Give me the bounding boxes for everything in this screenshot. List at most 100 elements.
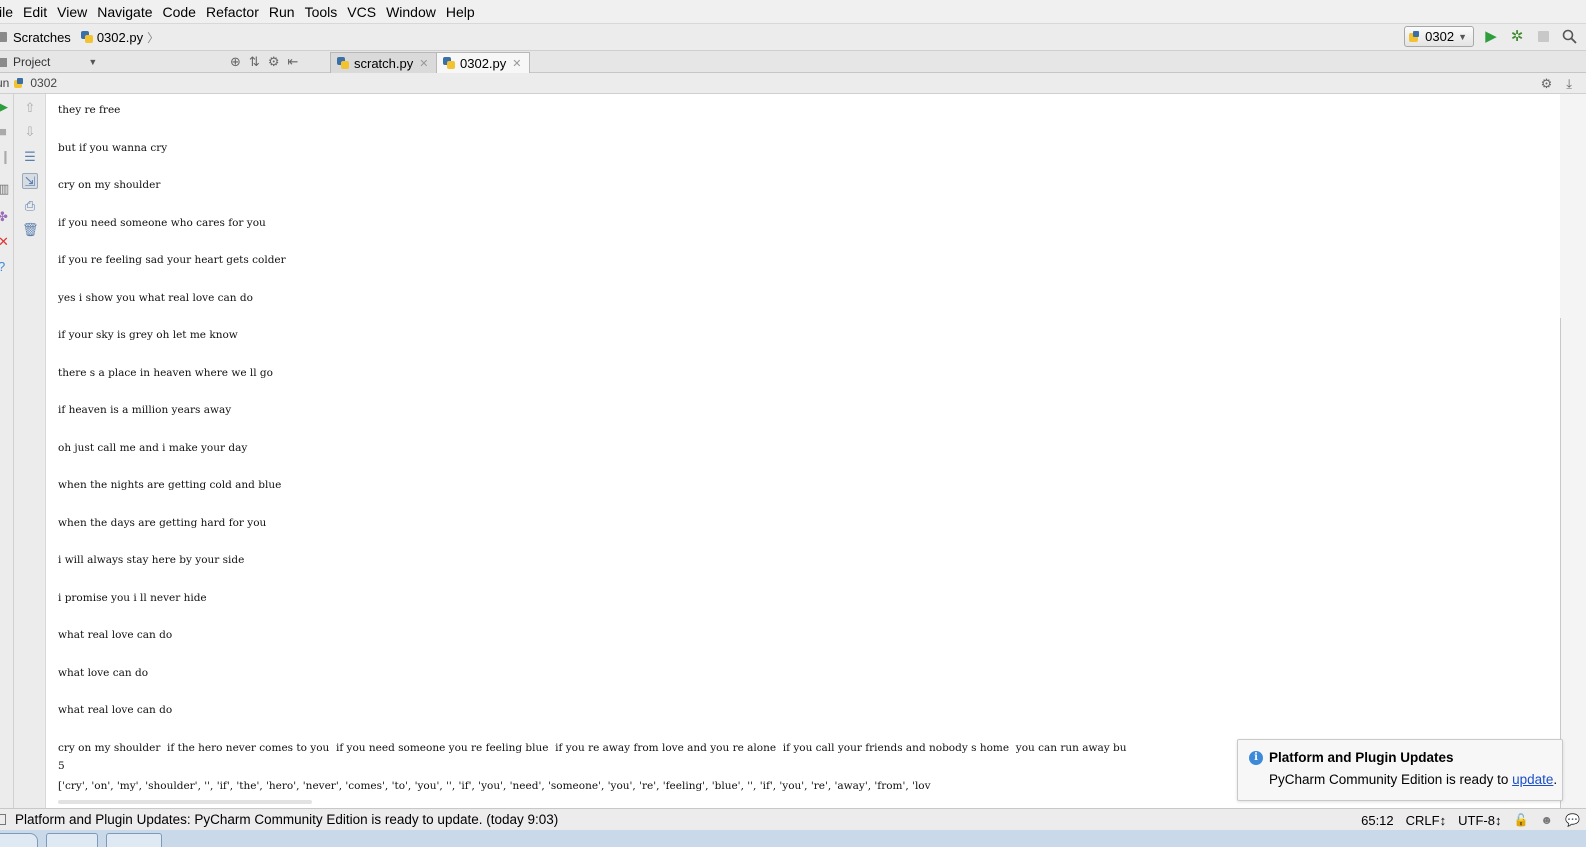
notification-text: PyCharm Community Edition is ready to [1269, 772, 1513, 787]
tab-scratch[interactable]: scratch.py ✕ [330, 52, 438, 73]
console-line: oh just call me and i make your day [58, 442, 248, 454]
folder-icon [0, 32, 7, 42]
menu-window[interactable]: Window [381, 0, 441, 24]
stop-icon [1537, 31, 1549, 42]
editor-tab-row: Project ▼ ⊕ ⇅ ⚙ ⇤ scratch.py ✕ 0302.py ✕ [0, 51, 1586, 73]
hide-panel-icon[interactable]: ⇤ [287, 54, 298, 70]
collapse-icon[interactable]: ⇅ [249, 54, 260, 70]
menu-file[interactable]: ile [0, 0, 18, 24]
console-line: when the days are getting hard for you [58, 517, 267, 529]
menu-run[interactable]: Run [264, 0, 300, 24]
menu-code[interactable]: Code [158, 0, 201, 24]
console-line: 5 [58, 760, 65, 772]
project-label: Project [13, 55, 51, 69]
chevron-down-icon: ▼ [1458, 31, 1467, 42]
horizontal-scrollbar[interactable] [58, 800, 312, 804]
gear-icon[interactable]: ⚙ [268, 54, 280, 70]
run-panel-title: un [0, 76, 10, 90]
status-message[interactable]: Platform and Plugin Updates: PyCharm Com… [15, 812, 558, 827]
trash-icon[interactable]: 🗑 [22, 222, 39, 238]
taskbar-app-button[interactable] [46, 833, 98, 847]
scroll-to-end-icon[interactable]: ⇲ [22, 173, 38, 189]
vertical-scrollbar[interactable] [1560, 94, 1586, 808]
update-link[interactable]: update [1512, 772, 1553, 787]
console-line: but if you wanna cry [58, 142, 168, 154]
soft-wrap-icon[interactable]: ☰ [22, 149, 38, 165]
console-line: if heaven is a million years away [58, 404, 232, 416]
menu-bar: ile Edit View Navigate Code Refactor Run… [0, 0, 1586, 24]
run-panel-config[interactable]: 0302 [30, 76, 57, 90]
menu-help[interactable]: Help [441, 0, 480, 24]
close-icon[interactable]: ✕ [419, 57, 428, 70]
run-config-label: 0302 [1425, 29, 1455, 44]
close-icon[interactable]: ✕ [512, 57, 521, 70]
hide-icon[interactable]: ⤓ [1566, 76, 1572, 92]
notification-body: PyCharm Community Edition is ready to up… [1269, 772, 1557, 787]
file-encoding[interactable]: UTF-8↕ [1458, 813, 1501, 828]
locate-icon[interactable]: ⊕ [230, 54, 241, 70]
menu-edit[interactable]: Edit [18, 0, 52, 24]
os-taskbar [0, 830, 1586, 847]
menu-navigate[interactable]: Navigate [92, 0, 157, 24]
scroll-thumb[interactable] [1560, 318, 1561, 808]
menu-refactor[interactable]: Refactor [201, 0, 264, 24]
pin-icon[interactable]: ✤ [0, 210, 8, 224]
console-line: if your sky is grey oh let me know [58, 329, 238, 341]
inspector-icon[interactable]: ☻ [1540, 813, 1553, 827]
console-line: cry on my shoulder [58, 179, 161, 191]
rerun-icon[interactable]: ▶ [0, 100, 8, 114]
stop-icon[interactable]: ■ [0, 125, 7, 139]
breadcrumb-file[interactable]: 0302.py [97, 30, 143, 45]
line-separator[interactable]: CRLF↕ [1406, 813, 1446, 828]
console-line: they re free [58, 104, 121, 116]
menu-view[interactable]: View [52, 0, 92, 24]
console-line: what real love can do [58, 629, 173, 641]
info-icon: i [1249, 751, 1263, 765]
gear-icon[interactable]: ⚙ [1541, 76, 1553, 92]
project-panel-tools: ⊕ ⇅ ⚙ ⇤ [230, 51, 298, 73]
tab-label: 0302.py [460, 55, 507, 71]
chevron-right-icon: 〉 [147, 30, 160, 45]
notification-title: Platform and Plugin Updates [1269, 750, 1454, 765]
python-file-icon [443, 57, 455, 69]
status-bar: Platform and Plugin Updates: PyCharm Com… [0, 808, 1586, 830]
pause-icon[interactable]: ❙ [0, 150, 11, 164]
debug-button[interactable]: ✲ [1508, 28, 1526, 46]
tab-0302[interactable]: 0302.py ✕ [436, 52, 531, 73]
lock-icon[interactable]: 🔓 [1513, 813, 1528, 827]
arrow-down-icon[interactable]: ⇩ [22, 124, 38, 140]
menu-vcs[interactable]: VCS [342, 0, 381, 24]
start-button[interactable] [0, 833, 38, 847]
console-line: what love can do [58, 667, 149, 679]
project-folder-icon [0, 57, 7, 67]
event-log-icon[interactable]: 💬 [1565, 813, 1580, 827]
search-icon [1562, 29, 1577, 44]
run-config-selector[interactable]: 0302 ▼ [1404, 26, 1474, 47]
console-output[interactable]: they re free but if you wanna cry cry on… [46, 94, 1560, 808]
console-line: what real love can do [58, 704, 173, 716]
run-panel-header: un 0302 ⚙ ⤓ [0, 73, 1586, 94]
caret-position[interactable]: 65:12 [1361, 813, 1394, 828]
print-icon[interactable]: ⎙ [22, 198, 38, 214]
console-line: i promise you i ll never hide [58, 592, 207, 604]
run-button[interactable]: ▶ [1482, 28, 1500, 46]
menu-tools[interactable]: Tools [300, 0, 343, 24]
python-file-icon [80, 31, 93, 43]
update-notification: i Platform and Plugin Updates PyCharm Co… [1237, 739, 1563, 801]
search-button[interactable] [1560, 28, 1578, 46]
close-icon[interactable]: ✕ [0, 235, 9, 249]
breadcrumb-folder[interactable]: Scratches [13, 30, 71, 45]
console-line: ['cry', 'on', 'my', 'shoulder', '', 'if'… [58, 780, 931, 792]
console-line: i will always stay here by your side [58, 554, 245, 566]
help-icon[interactable]: ? [0, 260, 5, 274]
layout-icon[interactable]: ▥ [0, 182, 9, 196]
panel-toggle-icon[interactable] [0, 814, 6, 825]
console-line: yes i show you what real love can do [58, 292, 253, 304]
stop-button[interactable] [1534, 28, 1552, 46]
run-toolbar: 0302 ▼ ▶ ✲ [1404, 26, 1578, 47]
arrow-up-icon[interactable]: ⇧ [22, 100, 38, 116]
console-line: when the nights are getting cold and blu… [58, 479, 282, 491]
navigation-bar: Scratches 0302.py 〉 0302 ▼ ▶ ✲ [0, 24, 1586, 51]
notification-period: . [1553, 772, 1558, 787]
taskbar-app-button[interactable] [106, 833, 162, 847]
